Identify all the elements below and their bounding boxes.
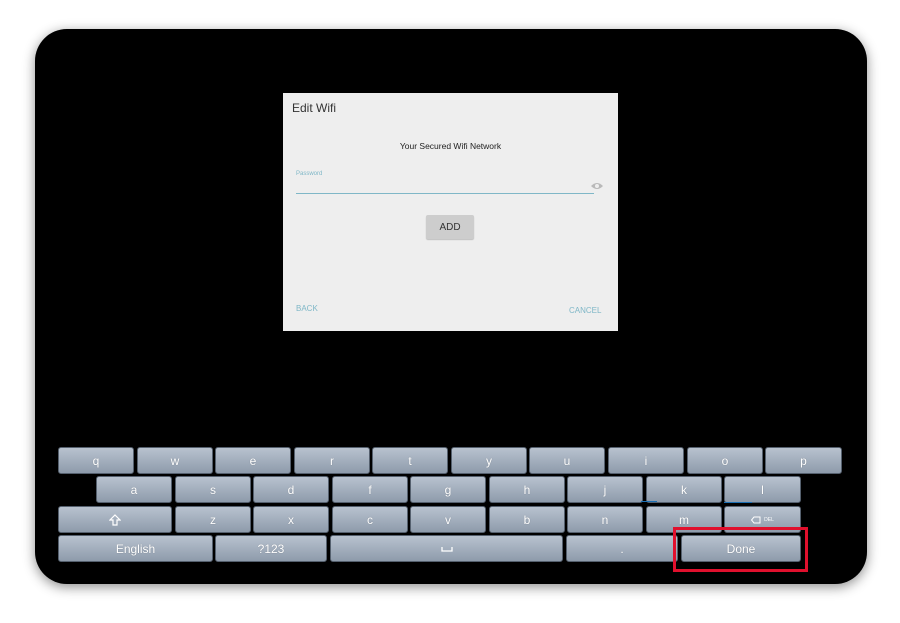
key-z[interactable]: z: [175, 506, 251, 533]
key-g[interactable]: g: [410, 476, 486, 503]
key-e[interactable]: e: [215, 447, 291, 474]
key-w[interactable]: w: [137, 447, 213, 474]
key-b[interactable]: b: [489, 506, 565, 533]
add-button[interactable]: ADD: [426, 215, 474, 239]
key-u[interactable]: u: [529, 447, 605, 474]
key-v[interactable]: v: [410, 506, 486, 533]
dialog-title: Edit Wifi: [292, 101, 337, 115]
key-y[interactable]: y: [451, 447, 527, 474]
key-k[interactable]: k: [646, 476, 722, 503]
key-f[interactable]: f: [332, 476, 408, 503]
keyboard-artifact: [641, 501, 657, 502]
shift-key[interactable]: [58, 506, 172, 533]
done-key-highlight: [673, 527, 808, 572]
cancel-button[interactable]: CANCEL: [569, 306, 601, 315]
network-name: Your Secured Wifi Network: [399, 141, 502, 151]
password-field[interactable]: [296, 179, 594, 194]
key-x[interactable]: x: [253, 506, 329, 533]
key-a[interactable]: a: [96, 476, 172, 503]
key-l[interactable]: l: [724, 476, 801, 503]
delete-label: DEL: [764, 516, 774, 523]
period-key[interactable]: .: [566, 535, 678, 562]
space-key[interactable]: [330, 535, 563, 562]
key-s[interactable]: s: [175, 476, 251, 503]
key-n[interactable]: n: [567, 506, 643, 533]
key-r[interactable]: r: [294, 447, 370, 474]
key-o[interactable]: o: [687, 447, 763, 474]
eye-icon[interactable]: [590, 181, 604, 191]
edit-wifi-dialog: Edit Wifi Your Secured Wifi Network Pass…: [283, 93, 618, 331]
keyboard-artifact: [724, 502, 752, 503]
key-j[interactable]: j: [567, 476, 643, 503]
delete-icon: [751, 516, 761, 523]
password-label: Password: [296, 171, 323, 177]
key-p[interactable]: p: [765, 447, 842, 474]
back-button[interactable]: BACK: [296, 304, 318, 313]
symbols-key[interactable]: ?123: [215, 535, 327, 562]
key-t[interactable]: t: [372, 447, 448, 474]
key-h[interactable]: h: [489, 476, 565, 503]
space-bar-icon: [440, 546, 453, 552]
key-d[interactable]: d: [253, 476, 329, 503]
shift-arrow-icon: [109, 513, 121, 526]
key-q[interactable]: q: [58, 447, 134, 474]
key-c[interactable]: c: [332, 506, 408, 533]
language-key[interactable]: English: [58, 535, 213, 562]
key-i[interactable]: i: [608, 447, 684, 474]
